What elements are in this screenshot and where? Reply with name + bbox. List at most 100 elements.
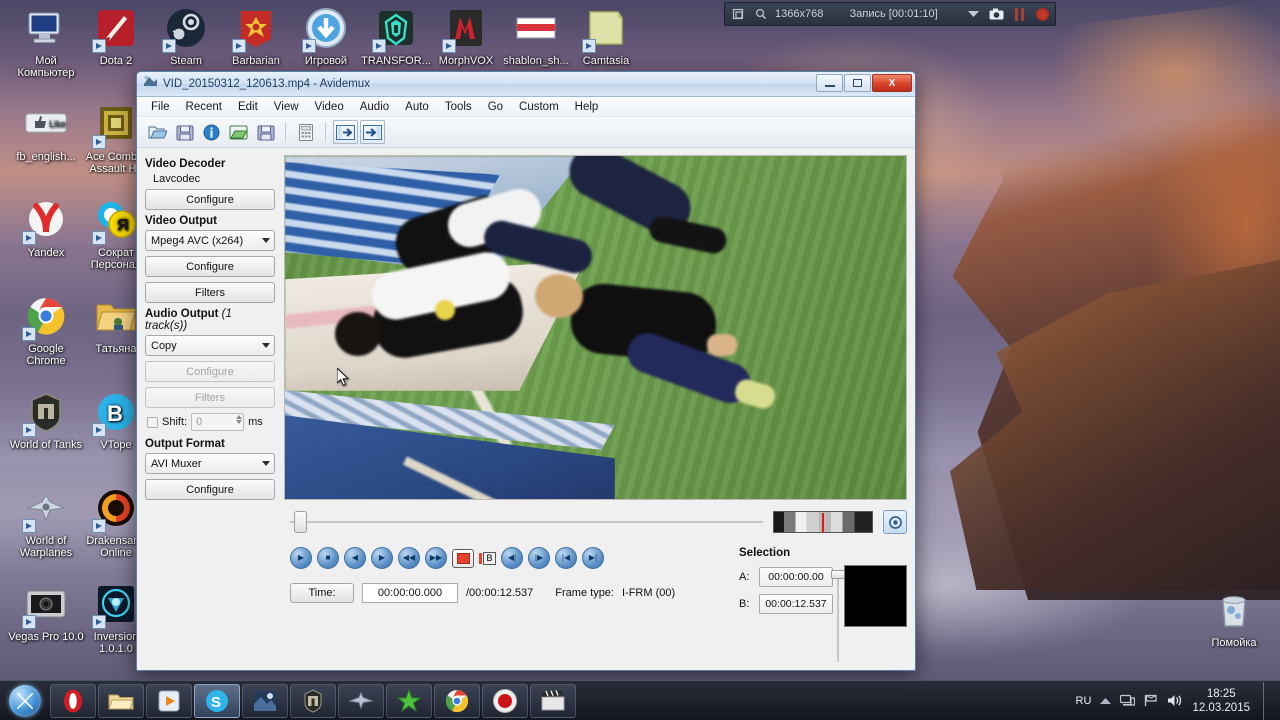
menu-bar[interactable]: File Recent Edit View Video Audio Auto Tools Go C…	[137, 97, 915, 117]
audio-output-configure-button[interactable]: Configure	[145, 361, 275, 382]
taskbar-skype[interactable]: S	[194, 683, 240, 718]
goto-marker-a-button[interactable]: ◀|	[501, 547, 523, 569]
mark-a-button[interactable]	[452, 548, 474, 568]
playback-button-row[interactable]: ▶ ■ ◀ ▶ ◀◀ ▶▶ B ◀| |▶ |◀ ▶|	[290, 547, 727, 569]
desktop-icon-igrovoy[interactable]: Игровой	[288, 6, 364, 67]
calculator-icon[interactable]	[293, 120, 318, 144]
window-titlebar[interactable]: VID_20150312_120613.mp4 - Avidemux X	[137, 72, 915, 97]
camera-icon[interactable]	[987, 5, 1005, 23]
selection-b-field[interactable]: 00:00:12.537	[759, 594, 833, 614]
goto-start-button[interactable]: |◀	[555, 547, 577, 569]
stop-record-icon[interactable]	[1033, 5, 1051, 23]
clock[interactable]: 18:25 12.03.2015	[1192, 687, 1250, 715]
video-preview[interactable]	[284, 155, 907, 500]
selection-a-field[interactable]: 00:00:00.00	[759, 567, 833, 587]
goto-marker-b-button[interactable]: |▶	[528, 547, 550, 569]
taskbar-camtasia[interactable]	[530, 683, 576, 718]
video-output-filters-button[interactable]: Filters	[145, 282, 275, 303]
goto-end-button[interactable]: ▶|	[582, 547, 604, 569]
pause-icon[interactable]	[1010, 5, 1028, 23]
video-output-configure-button[interactable]: Configure	[145, 256, 275, 277]
refresh-preview-icon[interactable]	[883, 510, 907, 534]
desktop-icon-transformers[interactable]: TRANSFOR...	[358, 6, 434, 67]
taskbar-player[interactable]	[146, 683, 192, 718]
taskbar-explorer[interactable]	[98, 683, 144, 718]
spinner-arrows[interactable]	[236, 415, 243, 424]
network-icon[interactable]	[1120, 694, 1136, 707]
menu-item-help[interactable]: Help	[567, 99, 607, 115]
desktop-icon-camtasia[interactable]: Camtasia	[568, 6, 644, 67]
desktop-icon-vegas-pro[interactable]: Vegas Pro 10.0	[8, 582, 84, 643]
append-left-icon[interactable]	[333, 120, 358, 144]
chevron-up-icon[interactable]	[1100, 697, 1112, 705]
time-label-button[interactable]: Time:	[290, 583, 354, 603]
menu-item-file[interactable]: File	[143, 99, 178, 115]
desktop-icon-fb-english[interactable]: Like fb_english...	[8, 102, 84, 163]
desktop-icon-google-chrome[interactable]: Google Chrome	[8, 294, 84, 367]
menu-item-edit[interactable]: Edit	[230, 99, 266, 115]
desktop-icon-my-computer[interactable]: Мой Компьютер	[8, 6, 84, 79]
start-orb[interactable]	[2, 683, 48, 719]
open-file-icon[interactable]	[145, 120, 170, 144]
open-video-icon[interactable]	[226, 120, 251, 144]
desktop-icon-recycle-bin[interactable]: Помойка	[1196, 588, 1272, 649]
menu-item-go[interactable]: Go	[480, 99, 511, 115]
desktop-icon-steam[interactable]: Steam	[148, 6, 224, 67]
menu-item-recent[interactable]: Recent	[178, 99, 230, 115]
desktop-icon-barbarian[interactable]: Barbarian	[218, 6, 294, 67]
taskbar[interactable]: S RU 18:25 12.03.2015	[0, 680, 1280, 720]
magnifier-icon[interactable]	[752, 5, 770, 23]
main-toolbar[interactable]	[137, 117, 915, 148]
menu-item-auto[interactable]: Auto	[397, 99, 437, 115]
speaker-icon[interactable]	[1167, 694, 1183, 707]
avidemux-window[interactable]: VID_20150312_120613.mp4 - Avidemux X Fil…	[136, 71, 916, 671]
flag-icon[interactable]	[1144, 694, 1158, 707]
taskbar-wowp[interactable]	[338, 683, 384, 718]
menu-item-tools[interactable]: Tools	[437, 99, 480, 115]
menu-item-view[interactable]: View	[266, 99, 307, 115]
camtasia-recorder-bar[interactable]: 1366x768 Запись [00:01:10]	[724, 2, 1056, 26]
audio-output-filters-button[interactable]: Filters	[145, 387, 275, 408]
audio-output-mode-select[interactable]: Copy	[145, 335, 275, 356]
desktop-icon-yandex[interactable]: Yandex	[8, 198, 84, 259]
expand-icon[interactable]	[729, 5, 747, 23]
play-button[interactable]: ▶	[290, 547, 312, 569]
desktop-icon-morphvox[interactable]: MorphVOX	[428, 6, 504, 67]
taskbar-opera[interactable]	[50, 683, 96, 718]
current-time-field[interactable]: 00:00:00.000	[362, 583, 458, 603]
menu-item-video[interactable]: Video	[307, 99, 352, 115]
taskbar-wot[interactable]	[290, 683, 336, 718]
close-button[interactable]: X	[872, 74, 912, 92]
desktop-icon-shablon-sh[interactable]: shablon_sh...	[498, 6, 574, 67]
append-right-icon[interactable]	[360, 120, 385, 144]
info-icon[interactable]	[199, 120, 224, 144]
maximize-button[interactable]	[844, 74, 871, 92]
audio-shift-checkbox[interactable]	[147, 416, 158, 428]
save-file-icon[interactable]	[172, 120, 197, 144]
frame-thumbnail-strip[interactable]	[773, 511, 873, 533]
audio-shift-stepper[interactable]: 0	[191, 413, 245, 431]
step-forward-button[interactable]: ▶	[371, 547, 393, 569]
menu-item-audio[interactable]: Audio	[352, 99, 397, 115]
step-backward-button[interactable]: ◀	[344, 547, 366, 569]
minimize-button[interactable]	[816, 74, 843, 92]
timeline-thumb[interactable]	[294, 511, 307, 533]
menu-item-custom[interactable]: Custom	[511, 99, 567, 115]
taskbar-star[interactable]	[386, 683, 432, 718]
volume-slider-thumb[interactable]	[831, 570, 845, 579]
video-output-codec-select[interactable]: Mpeg4 AVC (x264)	[145, 230, 275, 251]
timeline-slider[interactable]	[290, 509, 763, 535]
desktop-icon-world-of-tanks[interactable]: World of Tanks	[8, 390, 84, 451]
desktop-icon-world-of-warplanes[interactable]: World of Warplanes	[8, 486, 84, 559]
prev-keyframe-button[interactable]: ◀◀	[398, 547, 420, 569]
output-format-muxer-select[interactable]: AVI Muxer	[145, 453, 275, 474]
show-desktop-button[interactable]	[1263, 681, 1272, 720]
video-decoder-configure-button[interactable]: Configure	[145, 189, 275, 210]
mark-b-button[interactable]: B	[479, 551, 496, 565]
stop-button[interactable]: ■	[317, 547, 339, 569]
desktop-icon-dota-2[interactable]: Dota 2	[78, 6, 154, 67]
volume-slider[interactable]	[831, 570, 845, 662]
save-video-icon[interactable]	[253, 120, 278, 144]
taskbar-record[interactable]	[482, 683, 528, 718]
next-keyframe-button[interactable]: ▶▶	[425, 547, 447, 569]
